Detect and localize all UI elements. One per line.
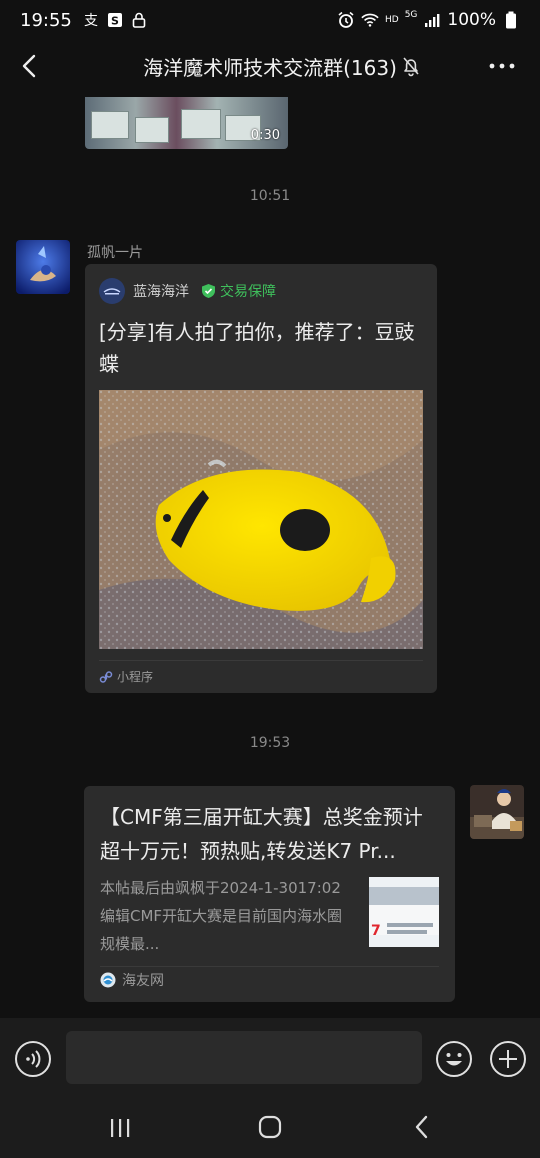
shield-check-icon bbox=[202, 284, 215, 298]
card-title: [分享]有人拍了拍你，推荐了：豆豉蝶 bbox=[99, 320, 415, 376]
link-title: 【CMF第三届开缸大赛】总奖金预计超十万元！预热贴,转发送K7 Pr... bbox=[100, 805, 423, 863]
wifi-icon bbox=[361, 11, 379, 29]
card-divider bbox=[100, 966, 439, 967]
source-logo bbox=[99, 278, 125, 304]
video-frame-box bbox=[91, 111, 129, 139]
video-frame-box bbox=[135, 117, 169, 143]
muted-bell-icon bbox=[400, 55, 422, 77]
shared-miniprogram-card[interactable]: 蓝海海洋 交易保障 [分享]有人拍了拍你，推荐了：豆豉蝶 小程序 bbox=[85, 264, 437, 693]
chat-title[interactable]: 海洋魔术师技术交流群(163) bbox=[0, 52, 540, 81]
haiyou-logo-icon bbox=[100, 972, 116, 988]
chevron-left-icon bbox=[22, 54, 36, 78]
svg-text:S: S bbox=[111, 15, 119, 28]
s-app-icon: S bbox=[106, 11, 124, 29]
nav-back-icon bbox=[415, 1115, 428, 1139]
timestamp: 19:53 bbox=[249, 735, 291, 751]
footer-label: 小程序 bbox=[117, 670, 154, 684]
fish-photo[interactable] bbox=[99, 390, 423, 649]
recent-apps-icon bbox=[111, 1119, 130, 1137]
link-description: 本帖最后由飒枫于2024-1-3017:02编辑CMF开缸大赛是目前国内海水圈规… bbox=[100, 879, 343, 953]
trade-guarantee-badge: 交易保障 bbox=[201, 281, 276, 301]
home-button[interactable] bbox=[258, 1115, 282, 1139]
video-frame-box bbox=[181, 109, 221, 139]
battery-icon bbox=[502, 11, 520, 29]
alipay-icon: 支 bbox=[82, 11, 100, 29]
more-dots-icon bbox=[489, 63, 515, 69]
home-icon bbox=[258, 1115, 282, 1139]
video-message[interactable]: 0:30 bbox=[85, 97, 288, 149]
input-bar bbox=[0, 1018, 540, 1098]
link-thumbnail: 7 bbox=[369, 877, 439, 947]
status-left-icons: 支 S bbox=[82, 11, 148, 29]
timestamp: 10:51 bbox=[249, 188, 291, 204]
signal-icon bbox=[423, 11, 441, 29]
more-functions-button[interactable] bbox=[489, 1040, 527, 1078]
nav-back-button[interactable] bbox=[410, 1114, 434, 1140]
message-input[interactable] bbox=[66, 1031, 422, 1084]
chat-header: 海洋魔术师技术交流群(163) bbox=[0, 40, 540, 92]
status-bar: 19:55 支 S HD 5G 100% bbox=[0, 0, 540, 40]
chat-area[interactable]: 0:30 10:51 孤帆一片 蓝海海洋 交易保障 [分享]有人拍了拍你，推荐了… bbox=[0, 92, 540, 1018]
voice-button[interactable] bbox=[14, 1040, 52, 1078]
lock-icon bbox=[130, 11, 148, 29]
recent-apps-button[interactable] bbox=[108, 1116, 132, 1140]
emoji-button[interactable] bbox=[435, 1040, 473, 1078]
sender-name: 孤帆一片 bbox=[87, 245, 143, 261]
back-button[interactable] bbox=[16, 52, 44, 80]
video-duration: 0:30 bbox=[250, 128, 280, 143]
more-button[interactable] bbox=[488, 54, 516, 78]
source-name: 蓝海海洋 bbox=[133, 284, 189, 300]
voice-icon bbox=[15, 1041, 51, 1077]
alarm-icon bbox=[337, 11, 355, 29]
link-source-name: 海友网 bbox=[122, 973, 164, 989]
avatar[interactable] bbox=[470, 785, 524, 839]
link-source: 海友网 bbox=[100, 970, 164, 990]
status-time: 19:55 bbox=[20, 9, 72, 31]
shared-link-card[interactable]: 【CMF第三届开缸大赛】总奖金预计超十万元！预热贴,转发送K7 Pr... 本帖… bbox=[84, 786, 455, 1002]
svg-text:支: 支 bbox=[84, 13, 98, 28]
status-right: HD 5G 100% bbox=[337, 10, 520, 30]
battery-percent: 100% bbox=[447, 10, 496, 30]
miniprogram-icon bbox=[99, 670, 113, 683]
5g-label: 5G bbox=[404, 10, 418, 20]
emoji-icon bbox=[436, 1041, 472, 1077]
card-source: 蓝海海洋 交易保障 bbox=[99, 278, 276, 304]
card-footer: 小程序 bbox=[99, 668, 153, 685]
badge-label: 交易保障 bbox=[220, 284, 276, 300]
avatar[interactable] bbox=[16, 240, 70, 294]
svg-text:7: 7 bbox=[371, 923, 381, 939]
system-nav-bar bbox=[0, 1098, 540, 1158]
plus-icon bbox=[490, 1041, 526, 1077]
hd-label: HD bbox=[384, 15, 399, 25]
card-divider bbox=[99, 660, 423, 661]
